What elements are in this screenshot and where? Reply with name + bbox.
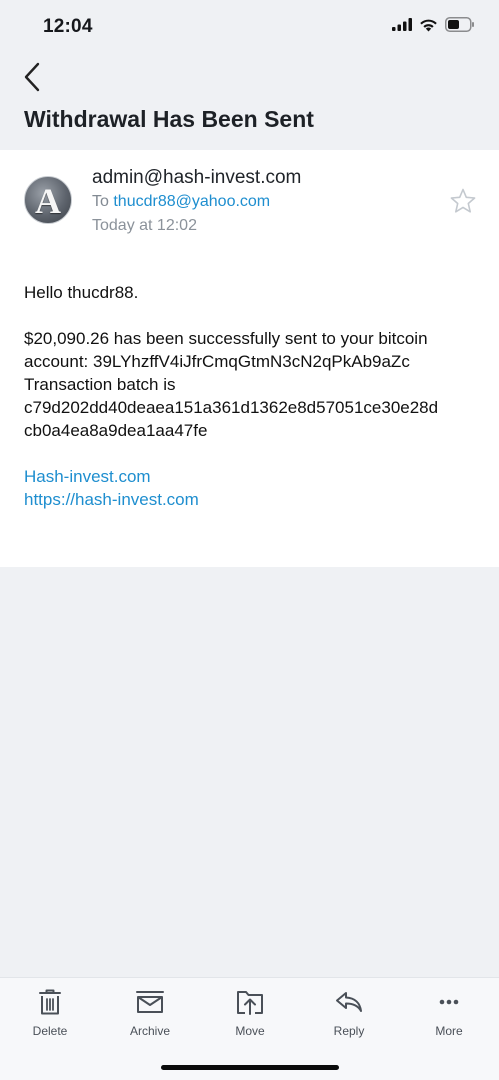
reply-label: Reply [333,1024,365,1038]
move-folder-icon [210,988,290,1016]
home-indicator[interactable] [161,1065,339,1070]
archive-label: Archive [129,1024,170,1038]
archive-button[interactable]: Archive [110,988,190,1038]
status-bar: 12:04 [0,0,499,52]
message-paragraph: $20,090.26 has been successfully sent to… [24,327,484,442]
website-url-link[interactable]: https://hash-invest.com [24,488,484,511]
archive-icon [110,988,190,1016]
to-label: To [92,193,109,210]
email-card: A admin@hash-invest.com To thucdr88@yaho… [0,150,499,567]
more-button[interactable]: More [409,988,489,1038]
back-button[interactable] [18,62,46,96]
website-link[interactable]: Hash-invest.com [24,465,484,488]
links-block: Hash-invest.com https://hash-invest.com [24,465,484,511]
move-button[interactable]: Move [210,988,290,1038]
delete-label: Delete [32,1024,68,1038]
message-line: c79d202dd40deaea151a361d1362e8d57051ce30… [24,398,439,417]
reply-button[interactable]: Reply [309,988,389,1038]
message-line: cb0a4ea8a9dea1aa47fe [24,421,208,440]
more-dots-icon [409,988,489,1016]
email-date: Today at 12:02 [92,217,197,234]
message-line: account: 39LYhzffV4iJfrCmqGtmN3cN2qPkAb9… [24,352,410,371]
sender-address[interactable]: admin@hash-invest.com [92,167,301,189]
recipient-address[interactable]: thucdr88@yahoo.com [113,193,270,210]
star-button[interactable] [449,187,477,215]
message-line: $20,090.26 has been successfully sent to… [24,329,428,348]
battery-icon [445,17,475,37]
message-line: Transaction batch is [24,375,176,394]
status-time: 12:04 [43,16,93,37]
wifi-icon [419,18,438,37]
cellular-signal-icon [392,18,412,36]
more-label: More [435,1024,463,1038]
recipient-line: To thucdr88@yahoo.com [92,193,270,211]
avatar[interactable]: A [24,176,72,224]
greeting: Hello thucdr88. [24,283,139,302]
delete-button[interactable]: Delete [10,988,90,1038]
chevron-left-icon [23,62,41,97]
status-icons [392,17,475,37]
email-body: Hello thucdr88. $20,090.26 has been succ… [24,281,484,511]
move-label: Move [235,1024,265,1038]
trash-icon [10,988,90,1016]
page-title: Withdrawal Has Been Sent [24,106,314,132]
star-outline-icon [449,188,477,219]
avatar-letter: A [35,181,61,221]
reply-icon [309,988,389,1016]
